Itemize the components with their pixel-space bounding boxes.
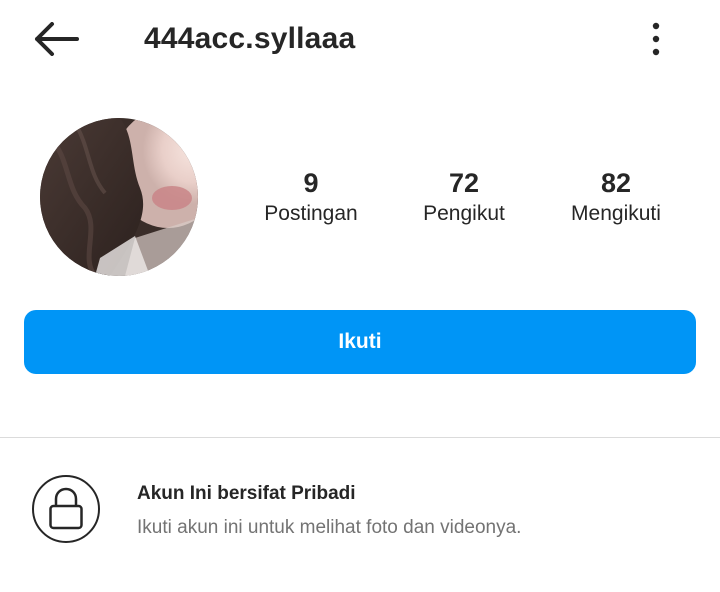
followers-stat[interactable]: 72 Pengikut [389,166,539,228]
profile-avatar[interactable] [40,118,198,276]
followers-label: Pengikut [423,202,505,225]
follow-button-label: Ikuti [338,330,382,353]
posts-label: Postingan [264,202,358,225]
private-account-description: Ikuti akun ini untuk melihat foto dan vi… [137,517,522,538]
private-account-title: Akun Ini bersifat Pribadi [137,483,356,504]
following-label: Mengikuti [571,202,661,225]
posts-stat[interactable]: 9 Postingan [236,166,386,228]
more-options-button[interactable] [636,16,676,62]
posts-count: 9 [303,168,319,198]
avatar-photo [40,118,198,276]
lock-icon [49,487,83,530]
following-count: 82 [600,168,632,198]
more-vertical-icon [652,22,660,56]
arrow-left-icon [35,22,79,56]
profile-username: 444acc.syllaaa [144,22,356,55]
followers-count: 72 [448,168,480,198]
private-account-badge [32,475,100,543]
divider [0,437,720,438]
profile-header: 444acc.syllaaa [0,0,720,78]
following-stat[interactable]: 82 Mengikuti [541,166,691,228]
follow-button[interactable]: Ikuti [24,310,696,374]
back-button[interactable] [26,16,86,62]
